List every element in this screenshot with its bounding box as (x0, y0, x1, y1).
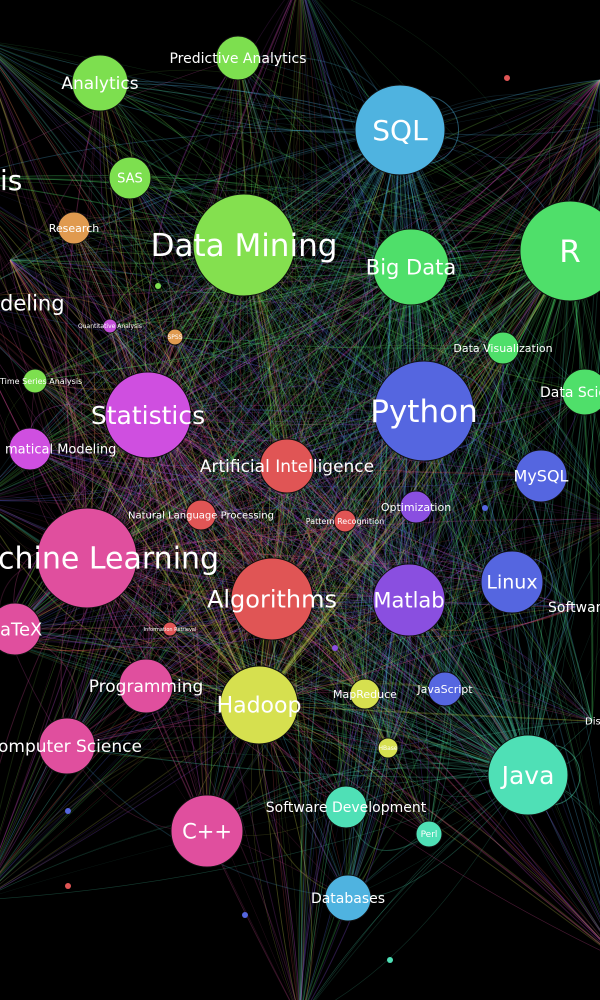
hbase-label: HBase (378, 745, 397, 752)
hadoop-label: Hadoop (217, 694, 302, 719)
mapreduce-label: MapReduce (333, 688, 397, 701)
statistics-label: Statistics (91, 401, 205, 430)
data-mining-label: Data Mining (151, 228, 338, 264)
javascript-label: JavaScript (416, 683, 473, 696)
minor-node-dot (504, 75, 510, 81)
quant-analysis-label: Quantitative Analysis (78, 323, 142, 330)
matlab-label: Matlab (373, 588, 444, 612)
minor-node-dot (65, 883, 71, 889)
r-label: R (559, 234, 581, 270)
sas-label: SAS (117, 172, 143, 187)
skills-network-graph: is Predictive Analytics Analytics SQL SAS Res… (0, 0, 600, 1000)
ai-label: Artificial Intelligence (200, 457, 374, 477)
cpp-label: C++ (182, 819, 232, 843)
analytics-label: Analytics (61, 74, 138, 94)
data-science-label: Data Scie (540, 385, 600, 401)
computer-science-label: omputer Science (0, 737, 142, 757)
predictive-analytics-label: Predictive Analytics (169, 51, 306, 67)
analysis-label: is (0, 164, 22, 197)
spss-label: SPSS (167, 334, 182, 341)
software-label: Softwar (548, 600, 600, 616)
data-visualization-label: Data Visualization (453, 342, 552, 355)
programming-label: Programming (89, 677, 204, 697)
perl-label: Perl (421, 830, 438, 840)
research-label: Research (49, 222, 99, 235)
information-retrieval-label: Information Retrieval (144, 627, 197, 633)
java-label: Java (500, 761, 555, 790)
latex-label: aTeX (0, 619, 42, 640)
minor-node-dot (332, 645, 338, 651)
linux-label: Linux (486, 572, 537, 594)
sql-label: SQL (372, 114, 428, 147)
pattern-recognition-label: Pattern Recognition (306, 517, 384, 526)
machine-learning-label: chine Learning (0, 542, 219, 577)
minor-node-dot (65, 808, 71, 814)
distributed-label: Dis (585, 717, 600, 728)
databases-label: Databases (311, 891, 385, 907)
minor-node-dot (155, 283, 161, 289)
modeling-label: deling (0, 291, 65, 315)
python-label: Python (370, 394, 477, 430)
mysql-label: MySQL (514, 467, 569, 486)
algorithms-label: Algorithms (207, 585, 337, 613)
software-development-label: Software Development (266, 800, 427, 816)
big-data-label: Big Data (366, 255, 456, 279)
minor-node-dot (387, 957, 393, 963)
minor-node-dot (482, 505, 488, 511)
math-modeling-label: matical Modeling (5, 443, 116, 458)
time-series-label: Time Series Analysis (0, 377, 82, 386)
nlp-label: Natural Language Processing (128, 511, 274, 522)
minor-node-dot (242, 912, 248, 918)
optimization-label: Optimization (381, 501, 451, 514)
